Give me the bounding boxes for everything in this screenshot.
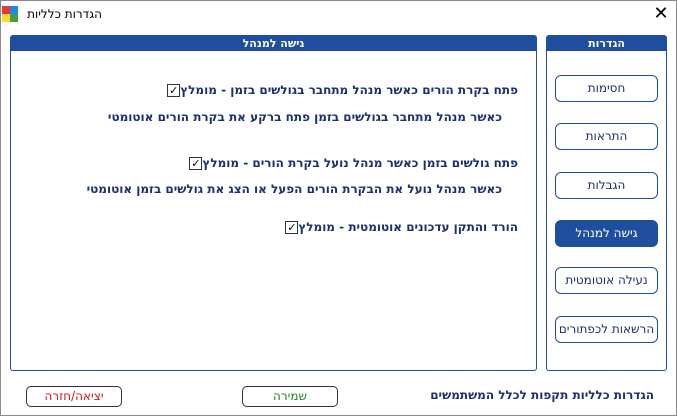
- window-title: הגדרות כלליות: [27, 7, 102, 21]
- app-icon: [2, 6, 18, 22]
- option-1-description: כאשר מנהל מתחבר בגולשים בזמן פתח ברקע את…: [107, 110, 502, 124]
- option-2-label: פתח גולשים בזמן כאשר מנהל נועל בקרת הורי…: [202, 156, 518, 170]
- option-2-description: כאשר מנהל נועל את הבקרת הורים הפעל או הצ…: [86, 182, 502, 196]
- close-icon[interactable]: ✕: [647, 3, 675, 27]
- nav-button-permissions-button[interactable]: הרשאות לכפתורים: [555, 316, 658, 343]
- option-3-label: הורד והתקן עדכונים אוטומטית - מומלץ: [298, 220, 518, 234]
- option-open-surfers[interactable]: ✓ פתח גולשים בזמן כאשר מנהל נועל בקרת הו…: [181, 156, 518, 170]
- nav-admin-access-button[interactable]: גישה למנהל: [555, 220, 658, 247]
- option-open-parental-control[interactable]: ✓ פתח בקרת הורים כאשר מנהל מתחבר בגולשים…: [159, 83, 518, 97]
- nav-blocks-button[interactable]: חסימות: [555, 75, 658, 102]
- option-1-label: פתח בקרת הורים כאשר מנהל מתחבר בגולשים ב…: [180, 83, 518, 97]
- footer-note: הגדרות כלליות תקפות לכלל המשתמשים: [430, 388, 654, 402]
- nav-restrictions-button[interactable]: הגבלות: [555, 172, 658, 199]
- main-panel: גישה למנהל ✓ פתח בקרת הורים כאשר מנהל מת…: [10, 35, 537, 371]
- nav-alerts-button[interactable]: התראות: [555, 123, 658, 150]
- option-3-checkbox[interactable]: ✓: [285, 220, 299, 234]
- option-auto-update[interactable]: ✓ הורד והתקן עדכונים אוטומטית - מומלץ: [277, 220, 518, 234]
- side-panel-title: הגדרות: [547, 36, 666, 51]
- exit-button[interactable]: יציאה/חזרה: [26, 386, 122, 407]
- save-button[interactable]: שמירה: [242, 386, 338, 407]
- main-panel-title: גישה למנהל: [11, 36, 536, 51]
- settings-window: הגדרות כלליות ✕ גישה למנהל ✓ פתח בקרת הו…: [0, 0, 677, 416]
- option-1-checkbox[interactable]: ✓: [167, 83, 181, 97]
- option-2-checkbox[interactable]: ✓: [189, 156, 203, 170]
- nav-auto-lock-button[interactable]: נעילה אוטומטית: [555, 267, 658, 294]
- side-panel: הגדרות חסימות התראות הגבלות גישה למנהל נ…: [546, 35, 667, 371]
- title-bar: הגדרות כלליות ✕: [1, 1, 676, 29]
